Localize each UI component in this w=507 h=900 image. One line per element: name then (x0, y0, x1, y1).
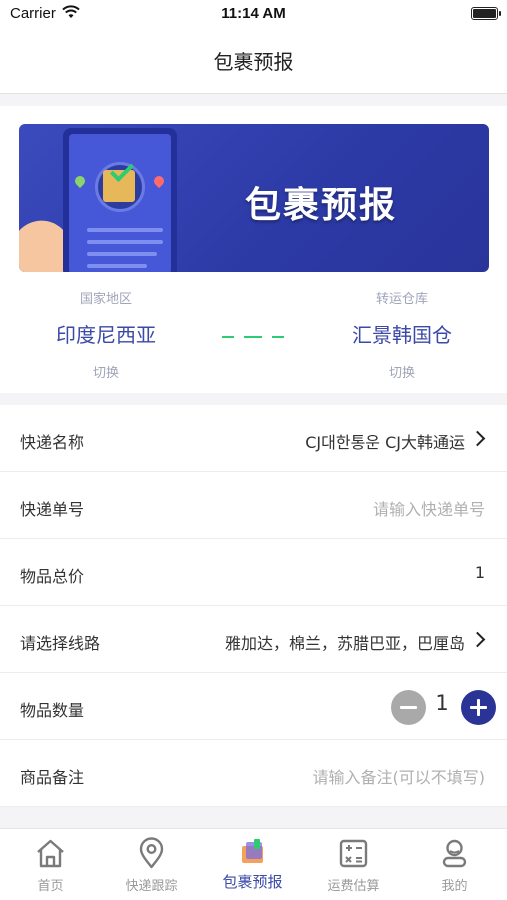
tab-bar: 首页 快递跟踪 包裹预报 运费估算 我的 (0, 828, 507, 900)
location-pin-icon (139, 837, 164, 869)
line-value: 雅加达，棉兰，苏腊巴亚，巴厘岛 (224, 634, 465, 653)
courier-row[interactable]: 快递名称 CJ대한통운 CJ大韩通运 (0, 405, 507, 472)
status-bar: Carrier 11:14 AM (0, 0, 507, 28)
forecast-form: 快递名称 CJ대한통운 CJ大韩通运 快递单号 请输入快递单号 物品总价 1 请… (0, 405, 507, 807)
package-icon (242, 839, 263, 863)
tracking-row[interactable]: 快递单号 请输入快递单号 (0, 472, 507, 539)
route-card: 包裹预报 国家地区 印度尼西亚 切换 转运仓库 汇景韩国仓 切换 (0, 106, 507, 393)
tracking-label: 快递单号 (20, 500, 85, 519)
route-dashed-line (222, 336, 284, 338)
tab-forecast[interactable]: 包裹预报 (202, 829, 303, 900)
navigation-bar: 包裹预报 (0, 28, 507, 94)
route-selector: 国家地区 印度尼西亚 切换 转运仓库 汇景韩国仓 切换 (0, 272, 507, 392)
tab-tracking[interactable]: 快递跟踪 (101, 829, 202, 900)
line-row[interactable]: 请选择线路 雅加达，棉兰，苏腊巴亚，巴厘岛 (0, 606, 507, 673)
total-price-input[interactable]: 1 (475, 563, 485, 582)
tab-profile[interactable]: 我的 (404, 829, 505, 900)
total-price-label: 物品总价 (20, 567, 85, 586)
destination-switch-button[interactable]: 切换 (302, 362, 502, 381)
quantity-label: 物品数量 (20, 701, 85, 720)
plus-button[interactable] (461, 690, 496, 725)
tab-home[interactable]: 首页 (0, 829, 101, 900)
chevron-right-icon (469, 430, 486, 447)
destination-value[interactable]: 汇景韩国仓 (302, 319, 502, 348)
remark-label: 商品备注 (20, 768, 85, 787)
battery-icon (471, 7, 501, 20)
origin-column: 国家地区 印度尼西亚 切换 (6, 272, 206, 381)
line-label: 请选择线路 (20, 634, 101, 653)
tracking-input[interactable]: 请输入快递单号 (373, 496, 485, 520)
origin-switch-button[interactable]: 切换 (6, 362, 206, 381)
clock: 11:14 AM (221, 5, 286, 22)
origin-value[interactable]: 印度尼西亚 (6, 319, 206, 348)
home-icon (37, 839, 64, 868)
quantity-row: 物品数量 1 (0, 673, 507, 740)
total-price-row[interactable]: 物品总价 1 (0, 539, 507, 606)
banner-title: 包裹预报 (245, 185, 398, 226)
remark-row[interactable]: 商品备注 请输入备注(可以不填写) (0, 740, 507, 807)
minus-button[interactable] (391, 690, 426, 725)
tab-profile-label: 我的 (441, 879, 468, 894)
tab-forecast-label: 包裹预报 (222, 873, 283, 891)
profile-icon (442, 839, 467, 868)
remark-input[interactable]: 请输入备注(可以不填写) (313, 764, 486, 788)
page-title: 包裹预报 (213, 50, 294, 74)
tab-estimate[interactable]: 运费估算 (303, 829, 404, 900)
destination-label: 转运仓库 (375, 292, 428, 307)
calculator-icon (339, 839, 368, 868)
tab-tracking-label: 快递跟踪 (125, 879, 178, 894)
tab-home-label: 首页 (37, 879, 64, 894)
courier-label: 快递名称 (20, 433, 85, 452)
banner: 包裹预报 (19, 124, 489, 272)
tab-estimate-label: 运费估算 (327, 879, 380, 894)
origin-label: 国家地区 (79, 292, 132, 307)
destination-column: 转运仓库 汇景韩国仓 切换 (302, 272, 502, 381)
chevron-right-icon (469, 631, 486, 648)
courier-value: CJ대한통운 CJ大韩通运 (305, 433, 465, 452)
quantity-value: 1 (435, 691, 449, 715)
